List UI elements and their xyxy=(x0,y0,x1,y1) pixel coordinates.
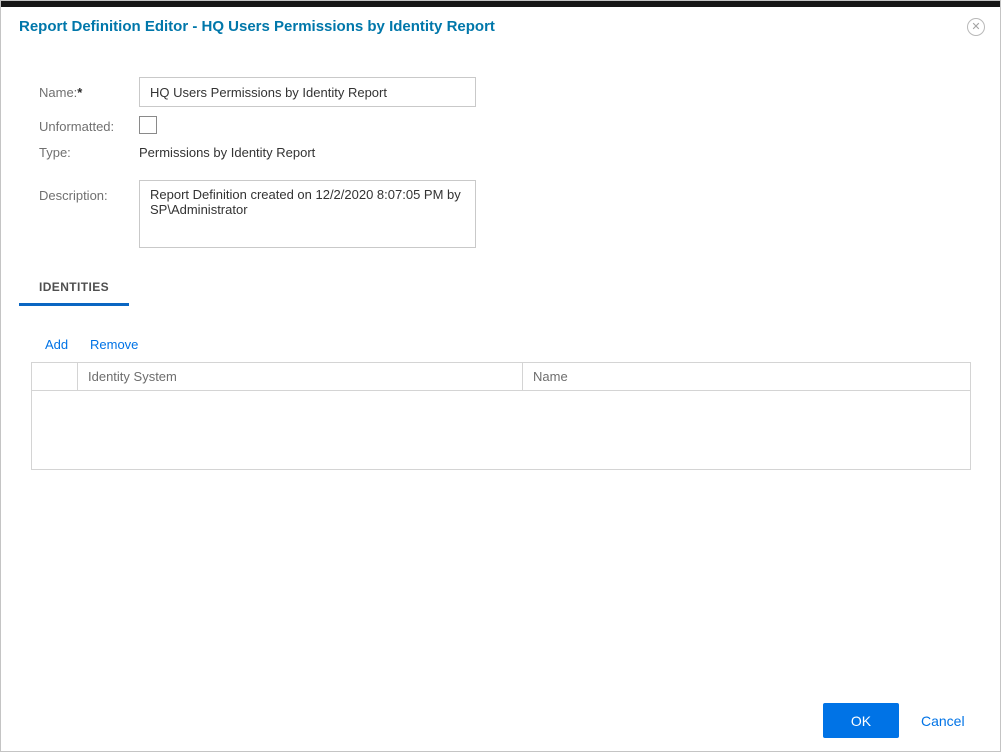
table-header-row: Identity System Name xyxy=(32,363,970,391)
name-label: Name:* xyxy=(39,85,82,100)
close-icon[interactable]: ✕ xyxy=(967,18,985,36)
add-button[interactable]: Add xyxy=(45,337,68,352)
description-label: Description: xyxy=(39,188,108,203)
cancel-button[interactable]: Cancel xyxy=(921,713,965,729)
column-header-name: Name xyxy=(523,363,970,390)
table-body-empty xyxy=(32,391,970,469)
name-label-text: Name: xyxy=(39,85,77,100)
unformatted-checkbox[interactable] xyxy=(139,116,157,134)
report-definition-dialog: Report Definition Editor - HQ Users Perm… xyxy=(0,0,1001,752)
dialog-title: Report Definition Editor - HQ Users Perm… xyxy=(19,18,495,35)
name-input[interactable] xyxy=(139,77,476,107)
unformatted-label: Unformatted: xyxy=(39,119,114,134)
required-marker: * xyxy=(77,85,82,100)
dialog-top-border xyxy=(1,1,1000,7)
column-header-select xyxy=(32,363,78,390)
description-textarea[interactable]: Report Definition created on 12/2/2020 8… xyxy=(139,180,476,248)
column-header-identity-system: Identity System xyxy=(78,363,523,390)
type-label: Type: xyxy=(39,145,71,160)
remove-button[interactable]: Remove xyxy=(90,337,138,352)
identities-table: Identity System Name xyxy=(31,362,971,470)
ok-button[interactable]: OK xyxy=(823,703,899,738)
tab-identities[interactable]: IDENTITIES xyxy=(19,280,129,306)
type-value: Permissions by Identity Report xyxy=(139,145,315,160)
